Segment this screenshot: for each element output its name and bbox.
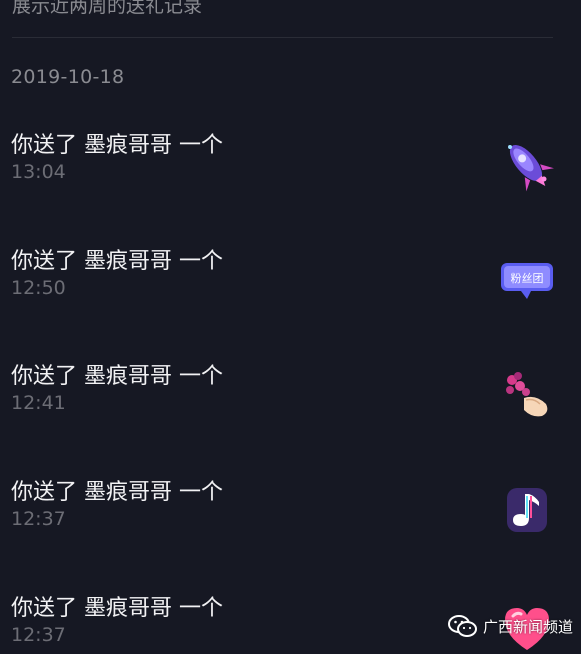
gift-record-title: 你送了 墨痕哥哥 一个 [11, 133, 223, 158]
fan-club-badge-icon: 粉丝团 [501, 263, 553, 299]
gift-record-row[interactable]: 你送了 墨痕哥哥 一个 12:37 [0, 474, 581, 564]
history-range-note: 展示近两周的送礼记录 [12, 0, 203, 17]
gift-record-time: 12:37 [11, 624, 66, 646]
gift-record-time: 12:37 [11, 508, 66, 530]
gift-record-row[interactable]: 你送了 墨痕哥哥 一个 13:04 [0, 127, 581, 217]
wechat-icon [448, 615, 477, 637]
gift-record-title: 你送了 墨痕哥哥 一个 [11, 249, 223, 274]
gift-record-title: 你送了 墨痕哥哥 一个 [11, 480, 223, 505]
gift-record-time: 12:41 [11, 392, 66, 414]
watermark-text: 广西新闻频道 [483, 617, 574, 636]
date-label: 2019-10-18 [11, 66, 125, 88]
gift-record-row[interactable]: 你送了 墨痕哥哥 一个 12:41 [0, 358, 581, 448]
rocket-icon [508, 144, 554, 192]
gift-record-time: 12:50 [11, 277, 66, 299]
gift-record-title: 你送了 墨痕哥哥 一个 [11, 364, 223, 389]
music-note-icon [507, 488, 547, 532]
watermark: 广西新闻频道 [448, 613, 573, 639]
divider [12, 37, 553, 38]
gift-record-time: 13:04 [11, 161, 66, 183]
gift-record-title: 你送了 墨痕哥哥 一个 [11, 596, 223, 621]
gift-record-row[interactable]: 你送了 墨痕哥哥 一个 12:50 粉丝团 [0, 243, 581, 333]
fan-club-badge-text: 粉丝团 [511, 272, 544, 285]
hand-flowers-icon [506, 372, 548, 417]
